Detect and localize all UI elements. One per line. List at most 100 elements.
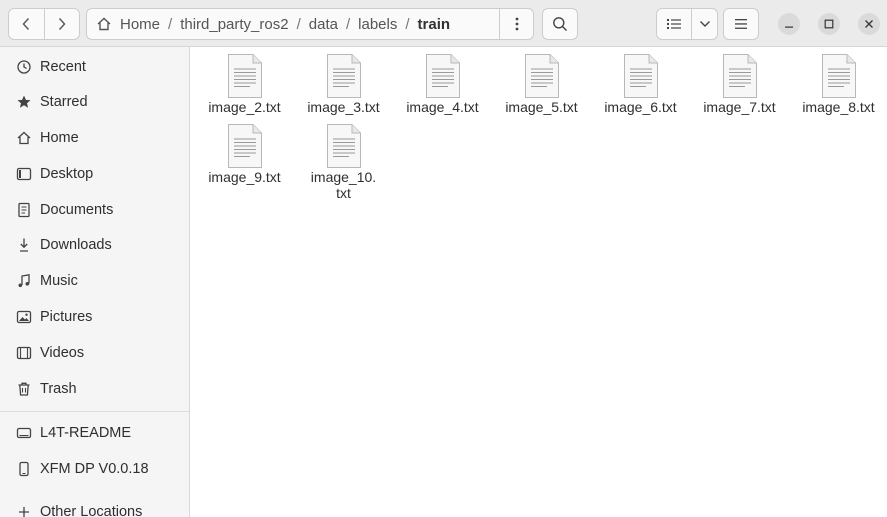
file-name: image_7.txt (703, 99, 776, 115)
vertical-dots-icon (515, 17, 518, 31)
home-icon (16, 130, 32, 146)
path-bar: Home / third_party_ros2 / data / labels … (86, 8, 534, 40)
file-name: image_8.txt (802, 99, 875, 115)
file-manager-window: Home / third_party_ros2 / data / labels … (0, 0, 887, 517)
view-options-button[interactable] (692, 9, 717, 39)
sidebar-item-label: Documents (40, 202, 114, 218)
chevron-down-icon (699, 21, 710, 27)
sidebar-item-l4t-readme[interactable]: L4T-README (0, 416, 189, 450)
document-icon (16, 202, 32, 218)
sidebar-item-recent[interactable]: Recent (0, 50, 189, 84)
sidebar-item-label: Recent (40, 59, 86, 75)
text-file-icon (425, 54, 460, 98)
search-icon (553, 17, 568, 32)
list-view-icon (667, 19, 682, 29)
sidebar-item-label: Pictures (40, 309, 93, 325)
clock-icon (16, 59, 32, 75)
sidebar-item-home[interactable]: Home (0, 121, 189, 155)
maximize-icon (824, 19, 834, 29)
sidebar-item-label: Downloads (40, 237, 112, 253)
sidebar-item-label: Trash (40, 381, 77, 397)
file-grid: image_2.txt image_3.txt image_4.txt imag… (191, 47, 887, 517)
path-segment-data[interactable]: data (303, 16, 344, 33)
file-item[interactable]: image_4.txt (393, 47, 492, 115)
path-segment-third-party-ros2[interactable]: third_party_ros2 (174, 16, 294, 33)
chevron-right-icon (58, 18, 66, 30)
file-name: image_3.txt (307, 99, 380, 115)
text-file-icon (821, 54, 856, 98)
download-icon (16, 237, 32, 253)
picture-icon (16, 309, 32, 325)
text-file-icon (623, 54, 658, 98)
file-item[interactable]: image_9.txt (195, 117, 294, 185)
path-separator: / (168, 15, 173, 33)
maximize-button[interactable] (818, 13, 840, 35)
sidebar-item-label: Music (40, 273, 78, 289)
sidebar-item-label: L4T-README (40, 425, 132, 441)
music-icon (16, 273, 32, 289)
sidebar-item-pictures[interactable]: Pictures (0, 300, 189, 334)
desktop-icon (16, 166, 32, 182)
file-item[interactable]: image_6.txt (591, 47, 690, 115)
text-file-icon (326, 54, 361, 98)
sidebar-separator (0, 411, 189, 412)
sidebar-item-xfm-dp[interactable]: XFM DP V0.0.18 (0, 452, 189, 486)
file-name: image_6.txt (604, 99, 677, 115)
file-item[interactable]: image_3.txt (294, 47, 393, 115)
sidebar-item-other-locations[interactable]: Other Locations (0, 495, 189, 517)
hamburger-icon (735, 19, 747, 29)
text-file-icon (227, 54, 262, 98)
sidebar-item-label: Home (40, 130, 79, 146)
file-item[interactable]: image_2.txt (195, 47, 294, 115)
sidebar-item-music[interactable]: Music (0, 264, 189, 298)
search-button[interactable] (542, 8, 578, 40)
text-file-icon (326, 124, 361, 168)
sidebar-item-label: XFM DP V0.0.18 (40, 461, 149, 477)
navigation-buttons (8, 8, 80, 40)
sidebar-item-videos[interactable]: Videos (0, 336, 189, 370)
sidebar-item-documents[interactable]: Documents (0, 193, 189, 227)
path-segment-train[interactable]: train (412, 16, 457, 33)
path-menu-button[interactable] (499, 9, 533, 39)
sidebar: Recent Starred Home Desktop Documents Do… (0, 47, 190, 517)
file-name: image_2.txt (208, 99, 281, 115)
sidebar-item-starred[interactable]: Starred (0, 85, 189, 119)
text-file-icon (722, 54, 757, 98)
trash-icon (16, 381, 32, 397)
file-name: image_10. txt (310, 169, 377, 201)
file-item[interactable]: image_7.txt (690, 47, 789, 115)
sidebar-item-downloads[interactable]: Downloads (0, 228, 189, 262)
video-icon (16, 345, 32, 361)
file-name: image_4.txt (406, 99, 479, 115)
file-name: image_9.txt (208, 169, 281, 185)
path-separator: / (345, 15, 351, 33)
header-bar: Home / third_party_ros2 / data / labels … (0, 0, 887, 47)
chevron-left-icon (23, 18, 30, 30)
minimize-button[interactable] (778, 13, 800, 35)
view-toggle-group (656, 8, 718, 40)
home-icon (96, 16, 112, 32)
sidebar-item-label: Other Locations (40, 504, 143, 517)
close-button[interactable] (858, 13, 880, 35)
file-name: image_5.txt (505, 99, 578, 115)
text-file-icon (227, 124, 262, 168)
path-separator: / (296, 15, 301, 33)
file-item[interactable]: image_10. txt (294, 117, 393, 201)
drive-icon (16, 425, 32, 441)
back-button[interactable] (9, 9, 44, 39)
star-icon (16, 94, 32, 110)
sidebar-item-desktop[interactable]: Desktop (0, 157, 189, 191)
sidebar-item-label: Desktop (40, 166, 94, 182)
path-segment-home[interactable]: Home (114, 16, 166, 33)
sidebar-item-label: Videos (40, 345, 85, 361)
file-item[interactable]: image_5.txt (492, 47, 591, 115)
plus-icon (16, 504, 32, 517)
main-menu-button[interactable] (723, 8, 759, 40)
forward-button[interactable] (43, 9, 79, 39)
file-item[interactable]: image_8.txt (789, 47, 887, 115)
sidebar-item-label: Starred (40, 94, 88, 110)
sidebar-item-trash[interactable]: Trash (0, 372, 189, 406)
list-view-button[interactable] (657, 9, 693, 39)
text-file-icon (524, 54, 559, 98)
path-segment-labels[interactable]: labels (352, 16, 403, 33)
